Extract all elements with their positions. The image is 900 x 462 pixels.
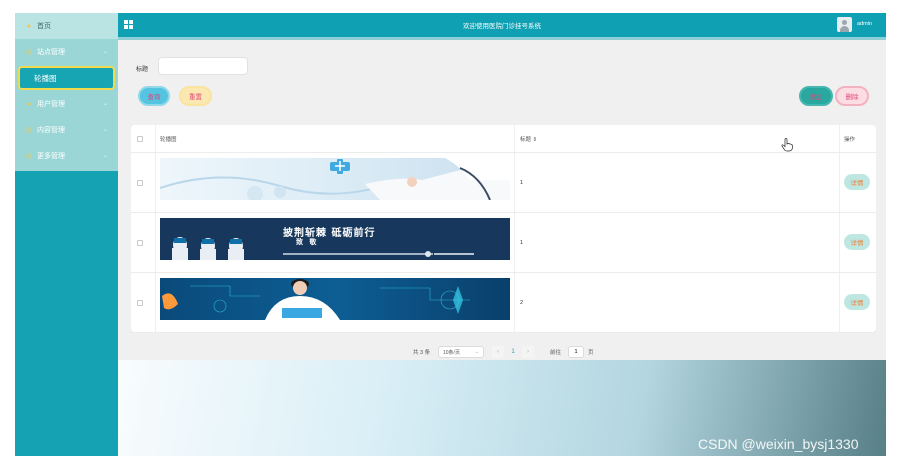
top-header: 欢迎使用医院门诊挂号系统 admin	[118, 13, 886, 37]
sidebar-item-home[interactable]: ● 首页	[15, 13, 118, 39]
sidebar-item-site[interactable]: ◎ 站点管理 ⌄	[15, 39, 118, 65]
table-row: 1 详情	[131, 153, 876, 213]
site-icon: ◎	[25, 49, 33, 56]
content-panel: 标题 查询 重置 添加 删除 轮播图 标题 ⇕ 操作 1 详情 披荆斩棘 砥砺前…	[118, 40, 886, 360]
row-checkbox[interactable]	[137, 180, 143, 186]
chevron-down-icon: ⌄	[102, 49, 108, 55]
sidebar: ● 首页 ◎ 站点管理 ⌄ 轮播图 ● 用户管理 ⌄ ◎ 内容管理 ⌄ ◎ 更多…	[15, 13, 118, 456]
row-title-value: 2	[520, 300, 524, 306]
sidebar-item-label: 轮播图	[34, 73, 57, 83]
page-number-current[interactable]: 1	[507, 346, 519, 358]
detail-button[interactable]: 详情	[844, 234, 870, 250]
avatar[interactable]	[837, 17, 852, 32]
sidebar-item-label: 用户管理	[37, 101, 65, 108]
table-header: 轮播图 标题 ⇕ 操作	[131, 125, 876, 153]
pagination: 共 3 条 10条/页 ⌄ ‹ 1 › 前往 页	[118, 346, 886, 358]
prev-page-button[interactable]: ‹	[492, 346, 504, 358]
sidebar-menu: ● 首页 ◎ 站点管理 ⌄ 轮播图 ● 用户管理 ⌄ ◎ 内容管理 ⌄ ◎ 更多…	[15, 13, 118, 171]
sidebar-item-content[interactable]: ◎ 内容管理 ⌄	[15, 117, 118, 143]
column-header-image: 轮播图	[160, 137, 177, 143]
page-title: 欢迎使用医院门诊挂号系统	[463, 23, 541, 30]
user-icon: ●	[26, 100, 32, 108]
chevron-down-icon: ⌄	[102, 101, 108, 107]
row-checkbox[interactable]	[137, 300, 143, 306]
chevron-down-icon: ⌄	[474, 349, 479, 355]
app-window: ● 首页 ◎ 站点管理 ⌄ 轮播图 ● 用户管理 ⌄ ◎ 内容管理 ⌄ ◎ 更多…	[15, 13, 886, 456]
avatar-body-shape	[840, 26, 849, 32]
sidebar-item-label: 更多管理	[37, 153, 65, 160]
page-unit-label: 页	[588, 350, 594, 356]
select-all-checkbox[interactable]	[137, 136, 143, 142]
chevron-down-icon: ⌄	[102, 127, 108, 133]
more-icon: ◎	[25, 153, 33, 160]
delete-button[interactable]: 删除	[835, 86, 869, 106]
sidebar-item-carousel[interactable]: 轮播图	[18, 66, 115, 90]
table-row: 披荆斩棘 砥砺前行 致 敬 1 详情	[131, 213, 876, 273]
row-checkbox[interactable]	[137, 240, 143, 246]
column-header-title[interactable]: 标题 ⇕	[520, 135, 537, 143]
hand-cursor-icon	[781, 138, 793, 152]
home-icon: ●	[26, 22, 32, 30]
sidebar-item-users[interactable]: ● 用户管理 ⌄	[15, 91, 118, 117]
goto-page-input[interactable]	[568, 346, 584, 358]
title-search-input[interactable]	[158, 57, 248, 75]
avatar-head-shape	[842, 20, 847, 25]
page-size-select[interactable]: 10条/页 ⌄	[438, 346, 484, 358]
reset-button[interactable]: 重置	[179, 86, 212, 106]
sidebar-item-more[interactable]: ◎ 更多管理 ⌄	[15, 143, 118, 169]
row-title-value: 1	[520, 180, 524, 186]
username[interactable]: admin	[857, 21, 872, 27]
sidebar-item-label: 首页	[37, 23, 51, 30]
next-page-button[interactable]: ›	[522, 346, 534, 358]
detail-button[interactable]: 详情	[844, 174, 870, 190]
content-icon: ◎	[25, 127, 33, 134]
row-title-value: 1	[520, 240, 524, 246]
sidebar-item-label: 站点管理	[37, 49, 65, 56]
add-button[interactable]: 添加	[799, 86, 833, 106]
watermark: CSDN @weixin_bysj1330	[698, 436, 859, 452]
table-row: 2 详情	[131, 273, 876, 333]
page-size-value: 10条/页	[443, 349, 460, 356]
column-header-actions: 操作	[844, 137, 856, 143]
sidebar-item-label: 内容管理	[37, 127, 65, 134]
query-button[interactable]: 查询	[138, 86, 170, 106]
carousel-image	[160, 158, 510, 200]
carousel-image: 披荆斩棘 砥砺前行 致 敬	[160, 218, 510, 260]
banner-subline: 致 敬	[296, 237, 319, 246]
main-content: 标题 查询 重置 添加 删除 轮播图 标题 ⇕ 操作 1 详情 披荆斩棘 砥砺前…	[118, 37, 886, 456]
search-label: 标题	[136, 67, 149, 73]
goto-label: 前往	[550, 350, 562, 356]
data-table: 轮播图 标题 ⇕ 操作 1 详情 披荆斩棘 砥砺前行 致 敬 1 详情 2 详情	[131, 125, 876, 333]
carousel-image	[160, 278, 510, 320]
pagination-total: 共 3 条	[413, 350, 431, 356]
detail-button[interactable]: 详情	[844, 294, 870, 310]
chevron-down-icon: ⌄	[102, 153, 108, 159]
